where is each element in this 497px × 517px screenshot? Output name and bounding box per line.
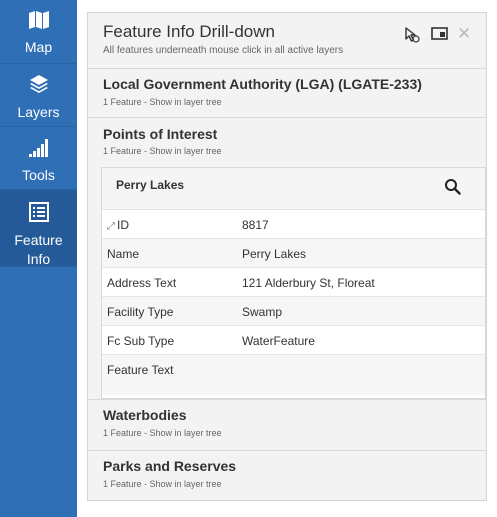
signal-bars-icon: [28, 139, 49, 162]
feature-title: Perry Lakes: [116, 178, 185, 192]
section-subtitle[interactable]: 1 Feature - Show in layer tree: [103, 97, 222, 107]
feature-detail-card: Perry Lakes ⤢ ID 8817 Name Perry Lakes Ad…: [101, 167, 486, 399]
nav-item-tools-label: Tools: [22, 167, 55, 183]
nav-item-tools[interactable]: Tools: [0, 127, 77, 190]
layers-icon: [29, 74, 49, 99]
section-points-of-interest[interactable]: Points of Interest 1 Feature - Show in l…: [88, 117, 486, 165]
expand-icon[interactable]: ⤢: [107, 221, 115, 232]
map-icon: [28, 11, 49, 34]
section-subtitle[interactable]: 1 Feature - Show in layer tree: [103, 146, 222, 156]
list-icon: [28, 202, 49, 227]
section-title: Points of Interest: [103, 126, 218, 142]
section-title: Local Government Authority (LGA) (LGATE-…: [103, 76, 422, 92]
attribute-row: Address Text 121 Alderbury St, Floreat: [102, 268, 485, 297]
section-title: Waterbodies: [103, 407, 187, 423]
section-subtitle[interactable]: 1 Feature - Show in layer tree: [103, 479, 222, 489]
panel-header: Feature Info Drill-down All features und…: [88, 13, 486, 67]
nav-item-map-label: Map: [24, 39, 53, 55]
attribute-key: ⤢ ID: [107, 218, 129, 232]
attribute-row: Fc Sub Type WaterFeature: [102, 326, 485, 355]
attribute-key: Facility Type: [107, 305, 174, 319]
close-icon[interactable]: ✕: [457, 24, 471, 44]
nav-item-layers-label: Layers: [17, 104, 60, 120]
nav-item-feature-info-label-line1: Feature: [14, 232, 63, 248]
pointer-select-icon[interactable]: [404, 27, 420, 48]
section-lga[interactable]: Local Government Authority (LGA) (LGATE-…: [88, 68, 486, 113]
dock-panel-icon[interactable]: [431, 27, 448, 45]
section-subtitle[interactable]: 1 Feature - Show in layer tree: [103, 428, 222, 438]
attribute-key-text: ID: [117, 218, 129, 232]
zoom-to-feature-icon[interactable]: [444, 178, 461, 200]
side-nav: Map Layers Tools Feature Info: [0, 0, 77, 517]
attribute-value: 121 Alderbury St, Floreat: [242, 276, 375, 290]
panel-subtitle: All features underneath mouse click in a…: [103, 45, 344, 56]
section-title: Parks and Reserves: [103, 458, 237, 474]
attribute-key: Name: [107, 247, 140, 261]
nav-item-feature-info-label-line2: Info: [26, 251, 51, 267]
section-parks-and-reserves[interactable]: Parks and Reserves 1 Feature - Show in l…: [88, 450, 486, 500]
attribute-row: Facility Type Swamp: [102, 297, 485, 326]
attribute-key: Feature Text: [107, 363, 174, 377]
attribute-value: Perry Lakes: [242, 247, 307, 261]
attribute-value: 8817: [242, 218, 269, 232]
attribute-row: Feature Text: [102, 355, 485, 395]
feature-card-header: Perry Lakes: [102, 168, 485, 210]
attribute-row: ⤢ ID 8817: [102, 210, 485, 239]
attribute-key: Fc Sub Type: [107, 334, 175, 348]
feature-info-panel: Feature Info Drill-down All features und…: [87, 12, 487, 501]
section-waterbodies[interactable]: Waterbodies 1 Feature - Show in layer tr…: [88, 399, 486, 444]
nav-item-layers[interactable]: Layers: [0, 64, 77, 127]
nav-item-map[interactable]: Map: [0, 0, 77, 64]
attribute-key: Address Text: [107, 276, 177, 290]
attribute-value: Swamp: [242, 305, 283, 319]
attribute-value: WaterFeature: [242, 334, 315, 348]
nav-item-feature-info[interactable]: Feature Info: [0, 190, 77, 267]
panel-title: Feature Info Drill-down: [103, 22, 275, 41]
attribute-row: Name Perry Lakes: [102, 239, 485, 268]
